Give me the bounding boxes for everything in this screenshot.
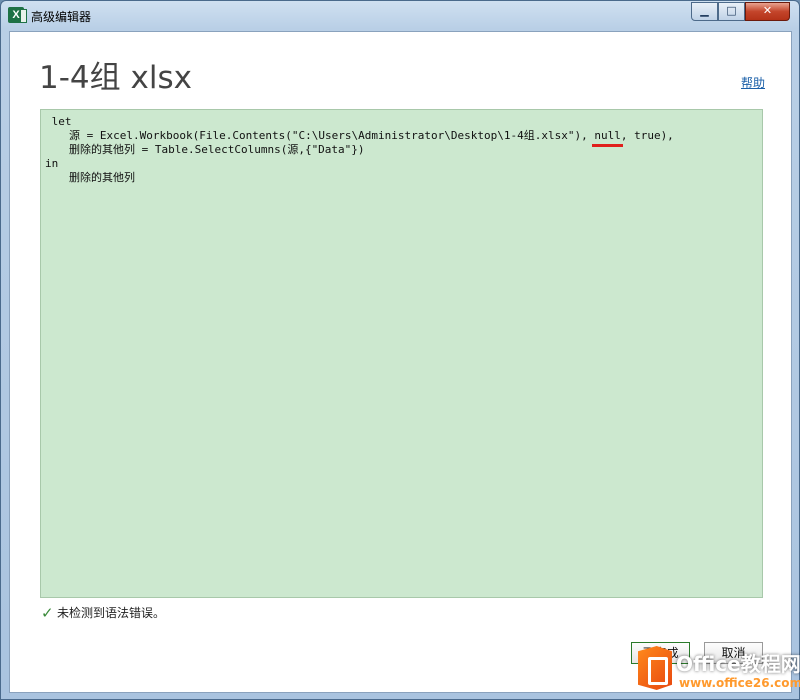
code-text: let xyxy=(45,115,72,128)
help-link[interactable]: 帮助 xyxy=(741,74,765,91)
code-text: 删除的其他列 = Table.SelectColumns(源,{"Data"}) xyxy=(69,143,365,156)
code-line: 源 = Excel.Workbook(File.Contents("C:\Use… xyxy=(45,129,762,147)
code-text: 删除的其他列 xyxy=(69,171,135,184)
maximize-button[interactable]: □ xyxy=(718,2,745,21)
minimize-button[interactable]: ▁ xyxy=(691,2,718,21)
watermark-url: www.office26.com xyxy=(679,676,800,690)
syntax-status: ✓ 未检测到语法错误。 xyxy=(41,604,165,622)
code-line: in xyxy=(45,157,762,171)
title-bar[interactable]: X 高级编辑器 ▁ □ ✕ xyxy=(1,1,799,29)
check-icon: ✓ xyxy=(41,604,54,622)
window-title: 高级编辑器 xyxy=(31,10,92,24)
code-line: let xyxy=(45,115,762,129)
null-keyword-underlined: null xyxy=(592,129,623,147)
advanced-editor-window: X 高级编辑器 ▁ □ ✕ 1-4组 xlsx 帮助 let 源 = Excel… xyxy=(0,0,800,700)
query-title: 1-4组 xlsx xyxy=(39,60,192,96)
watermark-logo: Office教程网 www.office26.com xyxy=(631,644,800,698)
code-text: , true), xyxy=(620,129,674,142)
syntax-status-text: 未检测到语法错误。 xyxy=(57,606,166,620)
code-text: 源 = Excel.Workbook(File.Contents("C:\Use… xyxy=(69,129,595,142)
office-logo-icon xyxy=(638,646,672,690)
code-editor[interactable]: let 源 = Excel.Workbook(File.Contents("C:… xyxy=(40,109,763,598)
code-line: 删除的其他列 xyxy=(45,171,762,185)
watermark-title: Office教程网 xyxy=(676,652,800,676)
close-button[interactable]: ✕ xyxy=(745,2,790,21)
code-text: in xyxy=(45,157,59,170)
dialog-body: 1-4组 xlsx 帮助 let 源 = Excel.Workbook(File… xyxy=(9,31,792,693)
code-line: 删除的其他列 = Table.SelectColumns(源,{"Data"}) xyxy=(45,143,762,157)
excel-app-icon: X xyxy=(8,7,27,23)
